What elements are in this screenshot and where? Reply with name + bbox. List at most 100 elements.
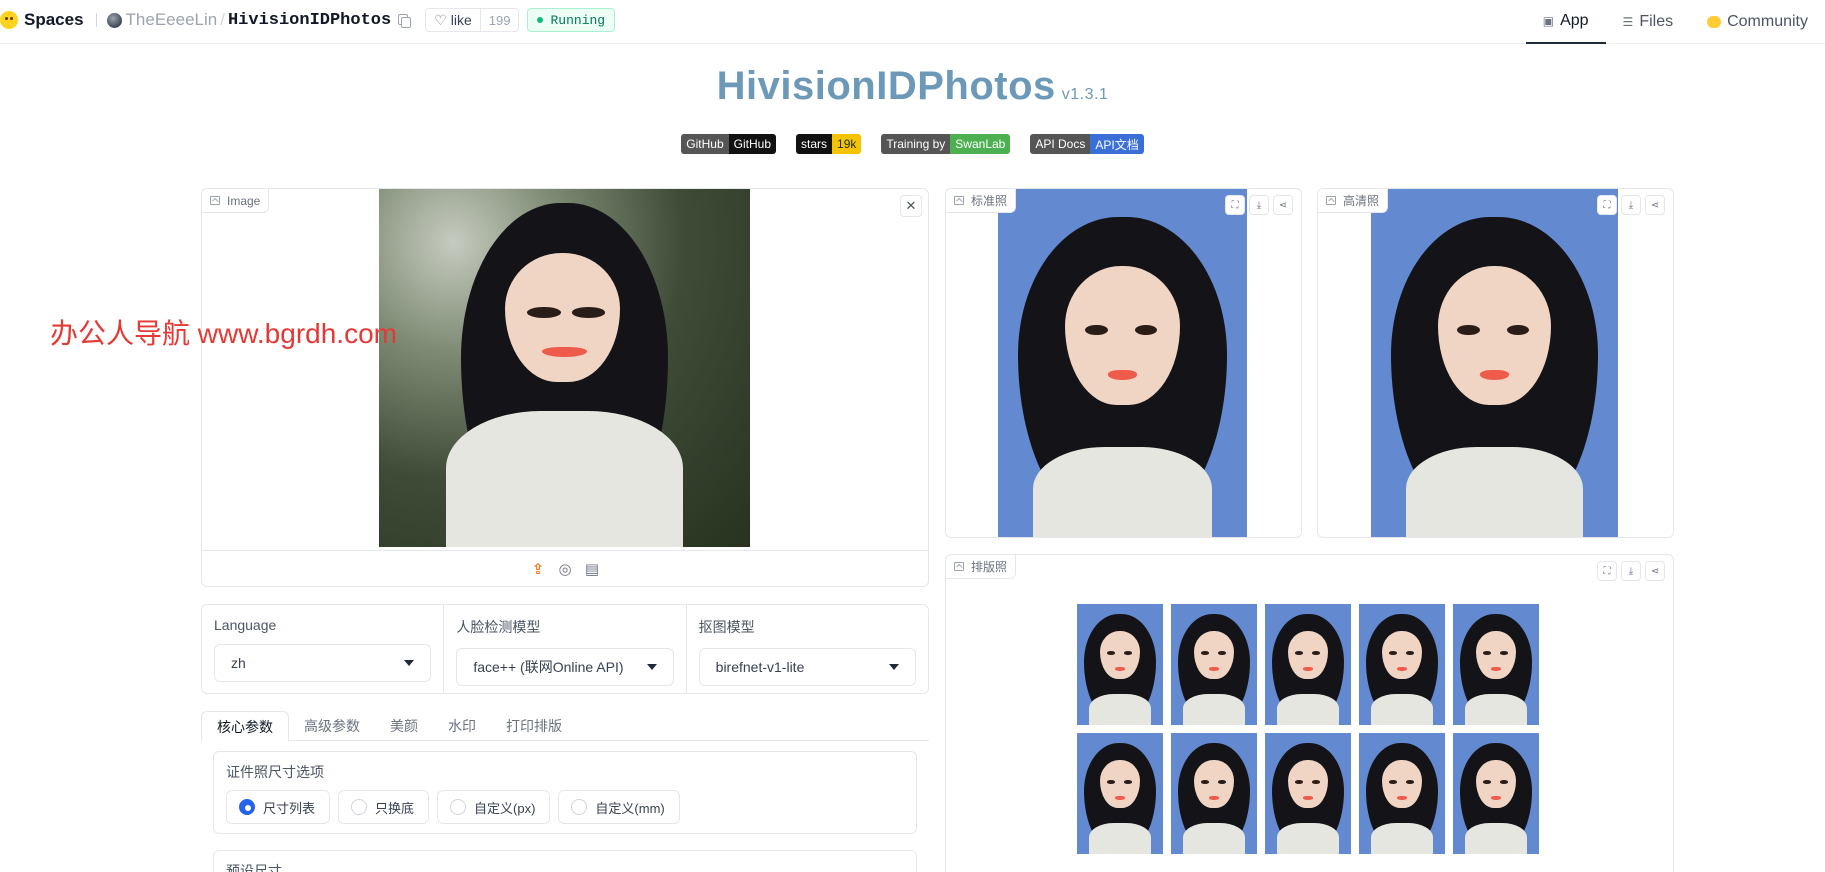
stars-badge[interactable]: stars 19k: [796, 134, 862, 154]
fullscreen-icon[interactable]: ⛶: [1597, 561, 1617, 581]
photo-body: [1465, 822, 1527, 854]
clipboard-icon[interactable]: ▤: [584, 560, 601, 578]
layout-thumbnail: [1453, 733, 1539, 854]
language-label: Language: [214, 617, 277, 633]
badge-left: stars: [796, 134, 833, 154]
huggingface-logo-icon[interactable]: [0, 11, 18, 29]
divider: [95, 13, 97, 27]
like-toggle[interactable]: ♡ like: [426, 9, 480, 31]
standard-photo-label-text: 标准照: [971, 194, 1008, 208]
tab-beauty[interactable]: 美颜: [375, 711, 433, 741]
webcam-icon[interactable]: ◎: [557, 560, 574, 578]
photo-eye: [1500, 651, 1509, 655]
copy-icon[interactable]: [397, 13, 412, 28]
radio-change-bg-only[interactable]: 只换底: [338, 790, 430, 824]
swanlab-badge[interactable]: Training by SwanLab: [881, 134, 1011, 154]
layout-thumbnail: [1077, 733, 1163, 854]
spaces-link[interactable]: Spaces: [24, 10, 84, 30]
model-settings-row: Language zh 人脸检测模型 face++ (联网Online API)…: [201, 604, 929, 694]
github-badge[interactable]: GitHub GitHub: [681, 134, 776, 154]
photo-eye: [1218, 780, 1227, 784]
like-button[interactable]: ♡ like 199: [425, 8, 520, 32]
tab-watermark[interactable]: 水印: [433, 711, 491, 741]
fullscreen-icon[interactable]: ⛶: [1225, 195, 1245, 215]
like-count[interactable]: 199: [479, 9, 519, 31]
photo-lips: [1114, 666, 1126, 671]
clear-image-button[interactable]: ✕: [900, 195, 922, 217]
language-dropdown[interactable]: zh: [214, 644, 432, 682]
params-tabs: 核心参数 高级参数 美颜 水印 打印排版: [201, 711, 929, 742]
share-icon[interactable]: ⋖: [1645, 195, 1665, 215]
photo-eye: [527, 307, 561, 318]
photo-body: [1371, 822, 1433, 854]
photo-face: [1476, 630, 1516, 679]
photo-body: [1032, 446, 1213, 537]
badge-right: API文档: [1090, 134, 1144, 154]
photo-face: [1288, 759, 1328, 808]
chevron-down-icon: [404, 660, 415, 666]
chevron-down-icon: [888, 664, 899, 670]
photo-eye: [1457, 324, 1480, 336]
radio-custom-mm[interactable]: 自定义(mm): [558, 790, 680, 824]
breadcrumb: Spaces TheEeeeLin / HivisionIDPhotos ♡ li…: [0, 0, 616, 40]
size-options-group: 证件照尺寸选项 尺寸列表 只换底 自定义(px) 自定义(mm): [213, 751, 917, 834]
community-icon: [1707, 16, 1722, 28]
radio-label: 只换底: [375, 800, 415, 816]
layout-thumbnail: [1171, 604, 1257, 725]
uploaded-photo[interactable]: [379, 189, 750, 547]
tab-print-layout[interactable]: 打印排版: [491, 711, 577, 741]
layout-photo-grid[interactable]: [1077, 604, 1539, 854]
photo-body: [1089, 822, 1151, 854]
image-icon: [954, 196, 964, 205]
owner-avatar[interactable]: [106, 12, 122, 28]
hd-photo[interactable]: [1371, 189, 1618, 537]
chevron-down-icon: [646, 664, 657, 670]
photo-eye: [1107, 651, 1115, 655]
badge-left: GitHub: [681, 134, 729, 154]
radio-size-list[interactable]: 尺寸列表: [226, 790, 331, 824]
photo-face: [1194, 630, 1234, 679]
upload-icon[interactable]: ⇪: [530, 560, 547, 578]
owner-link[interactable]: TheEeeeLin: [126, 10, 218, 30]
tab-app[interactable]: ▣ App: [1525, 0, 1606, 44]
language-value: zh: [231, 655, 246, 671]
hd-photo-label-text: 高清照: [1343, 194, 1380, 208]
close-icon: ✕: [905, 198, 917, 213]
tab-files[interactable]: ☰ Files: [1606, 0, 1691, 44]
photo-eye: [1483, 780, 1491, 784]
photo-eye: [1406, 780, 1415, 784]
photo-eye: [1085, 324, 1108, 336]
tab-advanced-params[interactable]: 高级参数: [289, 711, 375, 741]
download-icon[interactable]: ⤓: [1621, 195, 1641, 215]
share-icon[interactable]: ⋖: [1273, 195, 1293, 215]
photo-eye: [1124, 651, 1133, 655]
share-icon[interactable]: ⋖: [1645, 561, 1665, 581]
layout-thumbnail: [1171, 733, 1257, 854]
repo-name[interactable]: HivisionIDPhotos: [228, 11, 391, 30]
photo-face: [1065, 265, 1180, 405]
status-badge[interactable]: Running: [527, 8, 616, 32]
status-dot-icon: [537, 17, 544, 23]
api-docs-badge[interactable]: API Docs API文档: [1030, 134, 1144, 154]
radio-custom-px[interactable]: 自定义(px): [437, 790, 551, 824]
layout-thumbnail: [1077, 604, 1163, 725]
face-model-dropdown[interactable]: face++ (联网Online API): [456, 648, 674, 686]
radio-unchecked-icon: [450, 799, 467, 815]
radio-unchecked-icon: [351, 799, 368, 815]
tab-community[interactable]: Community: [1690, 0, 1825, 44]
hd-photo-panel: 高清照 ⛶ ⤓ ⋖: [1317, 188, 1674, 538]
tab-core-params[interactable]: 核心参数: [201, 711, 289, 742]
photo-eye: [1124, 780, 1133, 784]
photo-face: [1382, 759, 1422, 808]
standard-photo-panel: 标准照 ⛶ ⤓ ⋖: [945, 188, 1302, 538]
radio-unchecked-icon: [571, 799, 588, 815]
hd-photo-toolbar: ⛶ ⤓ ⋖: [1597, 195, 1665, 215]
photo-lips: [1490, 666, 1502, 671]
matting-model-dropdown[interactable]: birefnet-v1-lite: [698, 648, 916, 686]
download-icon[interactable]: ⤓: [1249, 195, 1269, 215]
download-icon[interactable]: ⤓: [1621, 561, 1641, 581]
standard-photo[interactable]: [998, 189, 1247, 537]
photo-eye: [1483, 651, 1491, 655]
fullscreen-icon[interactable]: ⛶: [1597, 195, 1617, 215]
image-icon: [954, 562, 964, 571]
